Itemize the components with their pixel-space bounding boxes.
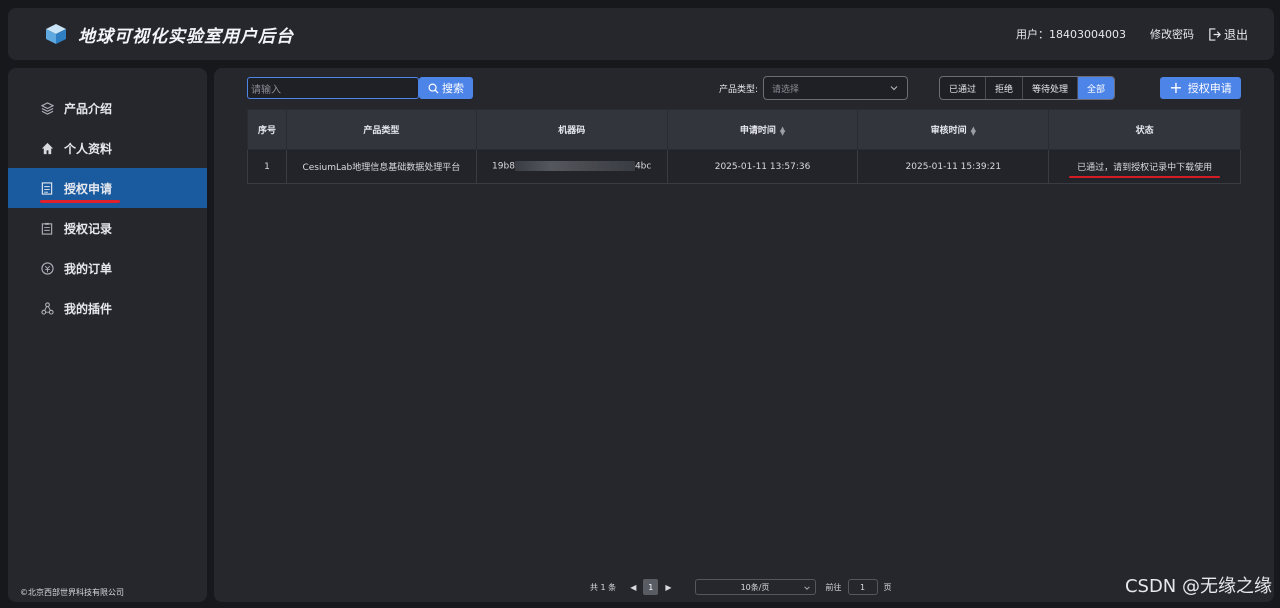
- search-button[interactable]: 搜索: [419, 77, 473, 99]
- page-size-value: 10条/页: [740, 582, 770, 592]
- chevron-down-icon: [890, 86, 898, 91]
- user-info: 用户：18403004003: [1016, 28, 1126, 41]
- license-table: 序号 产品类型 机器码 申请时间 ▲ ▼ 审核时间 ▲ ▼ 状态 1 CesiumLab…: [247, 109, 1241, 184]
- cube-logo-icon: [46, 24, 66, 44]
- logout-label: 退出: [1223, 27, 1248, 42]
- sidebar-item-label: 产品介绍: [64, 101, 113, 116]
- sidebar-item-label: 个人资料: [64, 141, 113, 156]
- machine-code-prefix: 19b8: [492, 161, 515, 172]
- product-type-label: 产品类型:: [719, 85, 759, 95]
- table-header-row: 序号 产品类型 机器码 申请时间 ▲ ▼ 审核时间 ▲ ▼ 状态: [247, 109, 1241, 150]
- search-icon: [428, 83, 439, 94]
- sidebar: 产品介绍 个人资料 授权申请 授权记录 我的订单 我的插件 ©北京西部世界科技有…: [8, 68, 207, 602]
- goto-label: 前往: [825, 582, 842, 592]
- sidebar-item-label: 授权记录: [64, 221, 113, 236]
- status-filter-group: 已通过 拒绝 等待处理 全部: [939, 76, 1116, 100]
- filter-approved[interactable]: 已通过: [940, 77, 987, 99]
- sidebar-item-orders[interactable]: 我的订单: [8, 248, 207, 288]
- plugin-icon: [40, 301, 54, 315]
- home-icon: [40, 141, 54, 155]
- top-header: 地球可视化实验室用户后台 用户：18403004003 修改密码 退出: [8, 8, 1274, 60]
- page-number-current[interactable]: 1: [643, 579, 659, 595]
- column-header-review-time[interactable]: 审核时间 ▲ ▼: [857, 109, 1050, 150]
- cell-product: CesiumLab地理信息基础数据处理平台: [285, 149, 477, 184]
- sidebar-item-label: 我的插件: [64, 301, 113, 316]
- product-type-select[interactable]: 请选择: [763, 76, 908, 100]
- cell-apply-time: 2025-01-11 13:57:36: [666, 149, 859, 184]
- annotation-underline: [1069, 176, 1220, 178]
- sidebar-item-product-intro[interactable]: 产品介绍: [8, 88, 207, 128]
- cell-review-time: 2025-01-11 15:39:21: [857, 149, 1050, 184]
- sort-icon[interactable]: ▲ ▼: [971, 125, 976, 136]
- sidebar-item-label: 我的订单: [64, 261, 113, 276]
- sidebar-item-profile[interactable]: 个人资料: [8, 128, 207, 168]
- search-input[interactable]: 请输入: [247, 77, 419, 99]
- page-unit-label: 页: [883, 582, 892, 592]
- filter-rejected[interactable]: 拒绝: [986, 77, 1024, 99]
- prev-page-icon[interactable]: ◀: [630, 583, 636, 592]
- sidebar-item-plugins[interactable]: 我的插件: [8, 288, 207, 328]
- cell-status: 已通过，请到授权记录中下载使用: [1048, 149, 1241, 184]
- column-header-apply-time[interactable]: 申请时间 ▲ ▼: [666, 109, 859, 150]
- total-count: 共 1 条: [590, 582, 617, 592]
- pagination: 共 1 条 ◀ 1 ▶ 10条/页 前往 1 页: [590, 579, 892, 595]
- filter-pending[interactable]: 等待处理: [1023, 77, 1079, 99]
- column-header-index: 序号: [247, 109, 287, 150]
- goto-page-input[interactable]: 1: [847, 579, 878, 595]
- cell-machine-code: 19b8 4bc: [475, 149, 668, 184]
- search-button-label: 搜索: [442, 82, 464, 95]
- sort-icon[interactable]: ▲ ▼: [780, 125, 785, 136]
- plus-icon: +: [1169, 78, 1183, 97]
- column-header-label: 申请时间: [739, 126, 776, 136]
- redaction-mask: [514, 161, 635, 172]
- column-header-label: 审核时间: [930, 126, 967, 136]
- main-panel: 请输入 搜索 产品类型: 请选择 已通过 拒绝 等待处理 全部 + 授权申请 序…: [214, 68, 1274, 602]
- annotation-underline: [40, 200, 120, 203]
- filter-all[interactable]: 全部: [1078, 77, 1115, 99]
- header-user-area: 用户：18403004003 修改密码 退出: [1016, 26, 1248, 43]
- chevron-down-icon: [803, 586, 810, 590]
- document-icon: [40, 181, 54, 195]
- sidebar-item-license-records[interactable]: 授权记录: [8, 208, 207, 248]
- column-header-status: 状态: [1048, 109, 1241, 150]
- layers-icon: [40, 101, 54, 115]
- column-header-product: 产品类型: [285, 109, 477, 150]
- product-type-placeholder: 请选择: [772, 84, 800, 95]
- column-header-machine-code: 机器码: [475, 109, 668, 150]
- sidebar-item-license-apply[interactable]: 授权申请: [8, 168, 207, 208]
- table-row: 1 CesiumLab地理信息基础数据处理平台 19b8 4bc 2025-01-…: [247, 149, 1241, 184]
- clipboard-icon: [40, 221, 54, 235]
- next-page-icon[interactable]: ▶: [665, 583, 671, 592]
- change-password-link[interactable]: 修改密码: [1150, 26, 1194, 42]
- page-size-select[interactable]: 10条/页: [694, 579, 816, 595]
- machine-code-suffix: 4bc: [634, 161, 652, 172]
- coin-icon: [40, 261, 54, 275]
- app-title: 地球可视化实验室用户后台: [78, 26, 294, 47]
- status-text: 已通过，请到授权记录中下载使用: [1077, 163, 1213, 173]
- logout-button[interactable]: 退出: [1208, 26, 1248, 43]
- logout-icon: [1209, 27, 1221, 41]
- cell-index: 1: [247, 149, 287, 184]
- copyright-text: ©北京西部世界科技有限公司: [20, 588, 124, 597]
- watermark: CSDN @无缘之缘: [1124, 576, 1272, 597]
- license-apply-button[interactable]: + 授权申请: [1160, 77, 1241, 99]
- apply-button-label: 授权申请: [1187, 82, 1232, 95]
- sidebar-item-label: 授权申请: [64, 181, 113, 196]
